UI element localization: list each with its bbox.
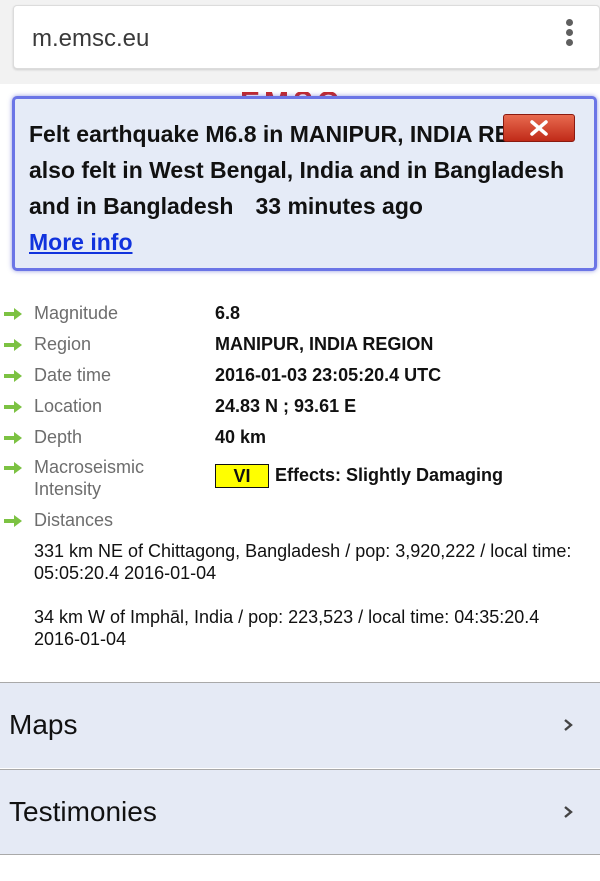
more-info-link[interactable]: More info (29, 224, 584, 260)
green-arrow-icon (4, 462, 22, 474)
distance-item-imphal: 34 km W of Imphāl, India / pop: 223,523 … (34, 606, 600, 650)
browser-toolbar: m.emsc.eu (0, 0, 600, 84)
location-label: Location (34, 396, 103, 416)
close-x-icon (530, 120, 548, 136)
green-arrow-icon (4, 339, 22, 351)
testimonies-section[interactable]: Testimonies (0, 769, 600, 855)
intensity-effects: Effects: Slightly Damaging (275, 465, 504, 485)
intensity-label-line2: Intensity (34, 479, 102, 499)
felt-alert-banner: Felt earthquake M6.8 in MANIPUR, INDIA R… (12, 96, 597, 271)
distances-label: Distances (34, 510, 114, 530)
maps-label: Maps (9, 709, 78, 740)
alert-close-button[interactable] (503, 114, 575, 142)
datetime-label: Date time (34, 365, 112, 385)
depth-value: 40 km (215, 427, 267, 447)
green-arrow-icon (4, 401, 22, 413)
intensity-level-badge: VI (215, 464, 269, 489)
alert-text: Felt earthquake M6.8 in MANIPUR, INDIA R… (29, 116, 584, 260)
chevron-right-icon (564, 806, 573, 818)
url-text[interactable]: m.emsc.eu (32, 25, 149, 53)
distance-line: 05:05:20.4 2016-01-04 (34, 563, 217, 583)
distance-line: 34 km W of Imphāl, India / pop: 223,523 … (34, 607, 540, 627)
green-arrow-icon (4, 515, 22, 527)
intensity-label-line1: Macroseismic (34, 457, 145, 477)
distance-line: 2016-01-04 (34, 629, 127, 649)
location-value: 24.83 N ; 93.61 E (215, 396, 357, 416)
distance-item-chittagong: 331 km NE of Chittagong, Bangladesh / po… (34, 540, 600, 584)
url-bar[interactable]: m.emsc.eu (13, 5, 600, 69)
more-vert-icon[interactable] (566, 19, 574, 47)
datetime-value: 2016-01-03 23:05:20.4 UTC (215, 365, 442, 385)
green-arrow-icon (4, 308, 22, 320)
depth-label: Depth (34, 427, 83, 447)
distance-line: 331 km NE of Chittagong, Bangladesh / po… (34, 541, 572, 561)
alert-time-ago: 33 minutes ago (255, 193, 423, 219)
chevron-right-icon (564, 719, 573, 731)
green-arrow-icon (4, 370, 22, 382)
maps-section[interactable]: Maps (0, 682, 600, 768)
intensity-value: VI Effects: Slightly Damaging (215, 464, 504, 489)
magnitude-label: Magnitude (34, 303, 119, 323)
region-label: Region (34, 334, 92, 354)
magnitude-value: 6.8 (215, 303, 241, 323)
testimonies-label: Testimonies (9, 796, 157, 827)
green-arrow-icon (4, 432, 22, 444)
region-value: MANIPUR, INDIA REGION (215, 334, 434, 354)
